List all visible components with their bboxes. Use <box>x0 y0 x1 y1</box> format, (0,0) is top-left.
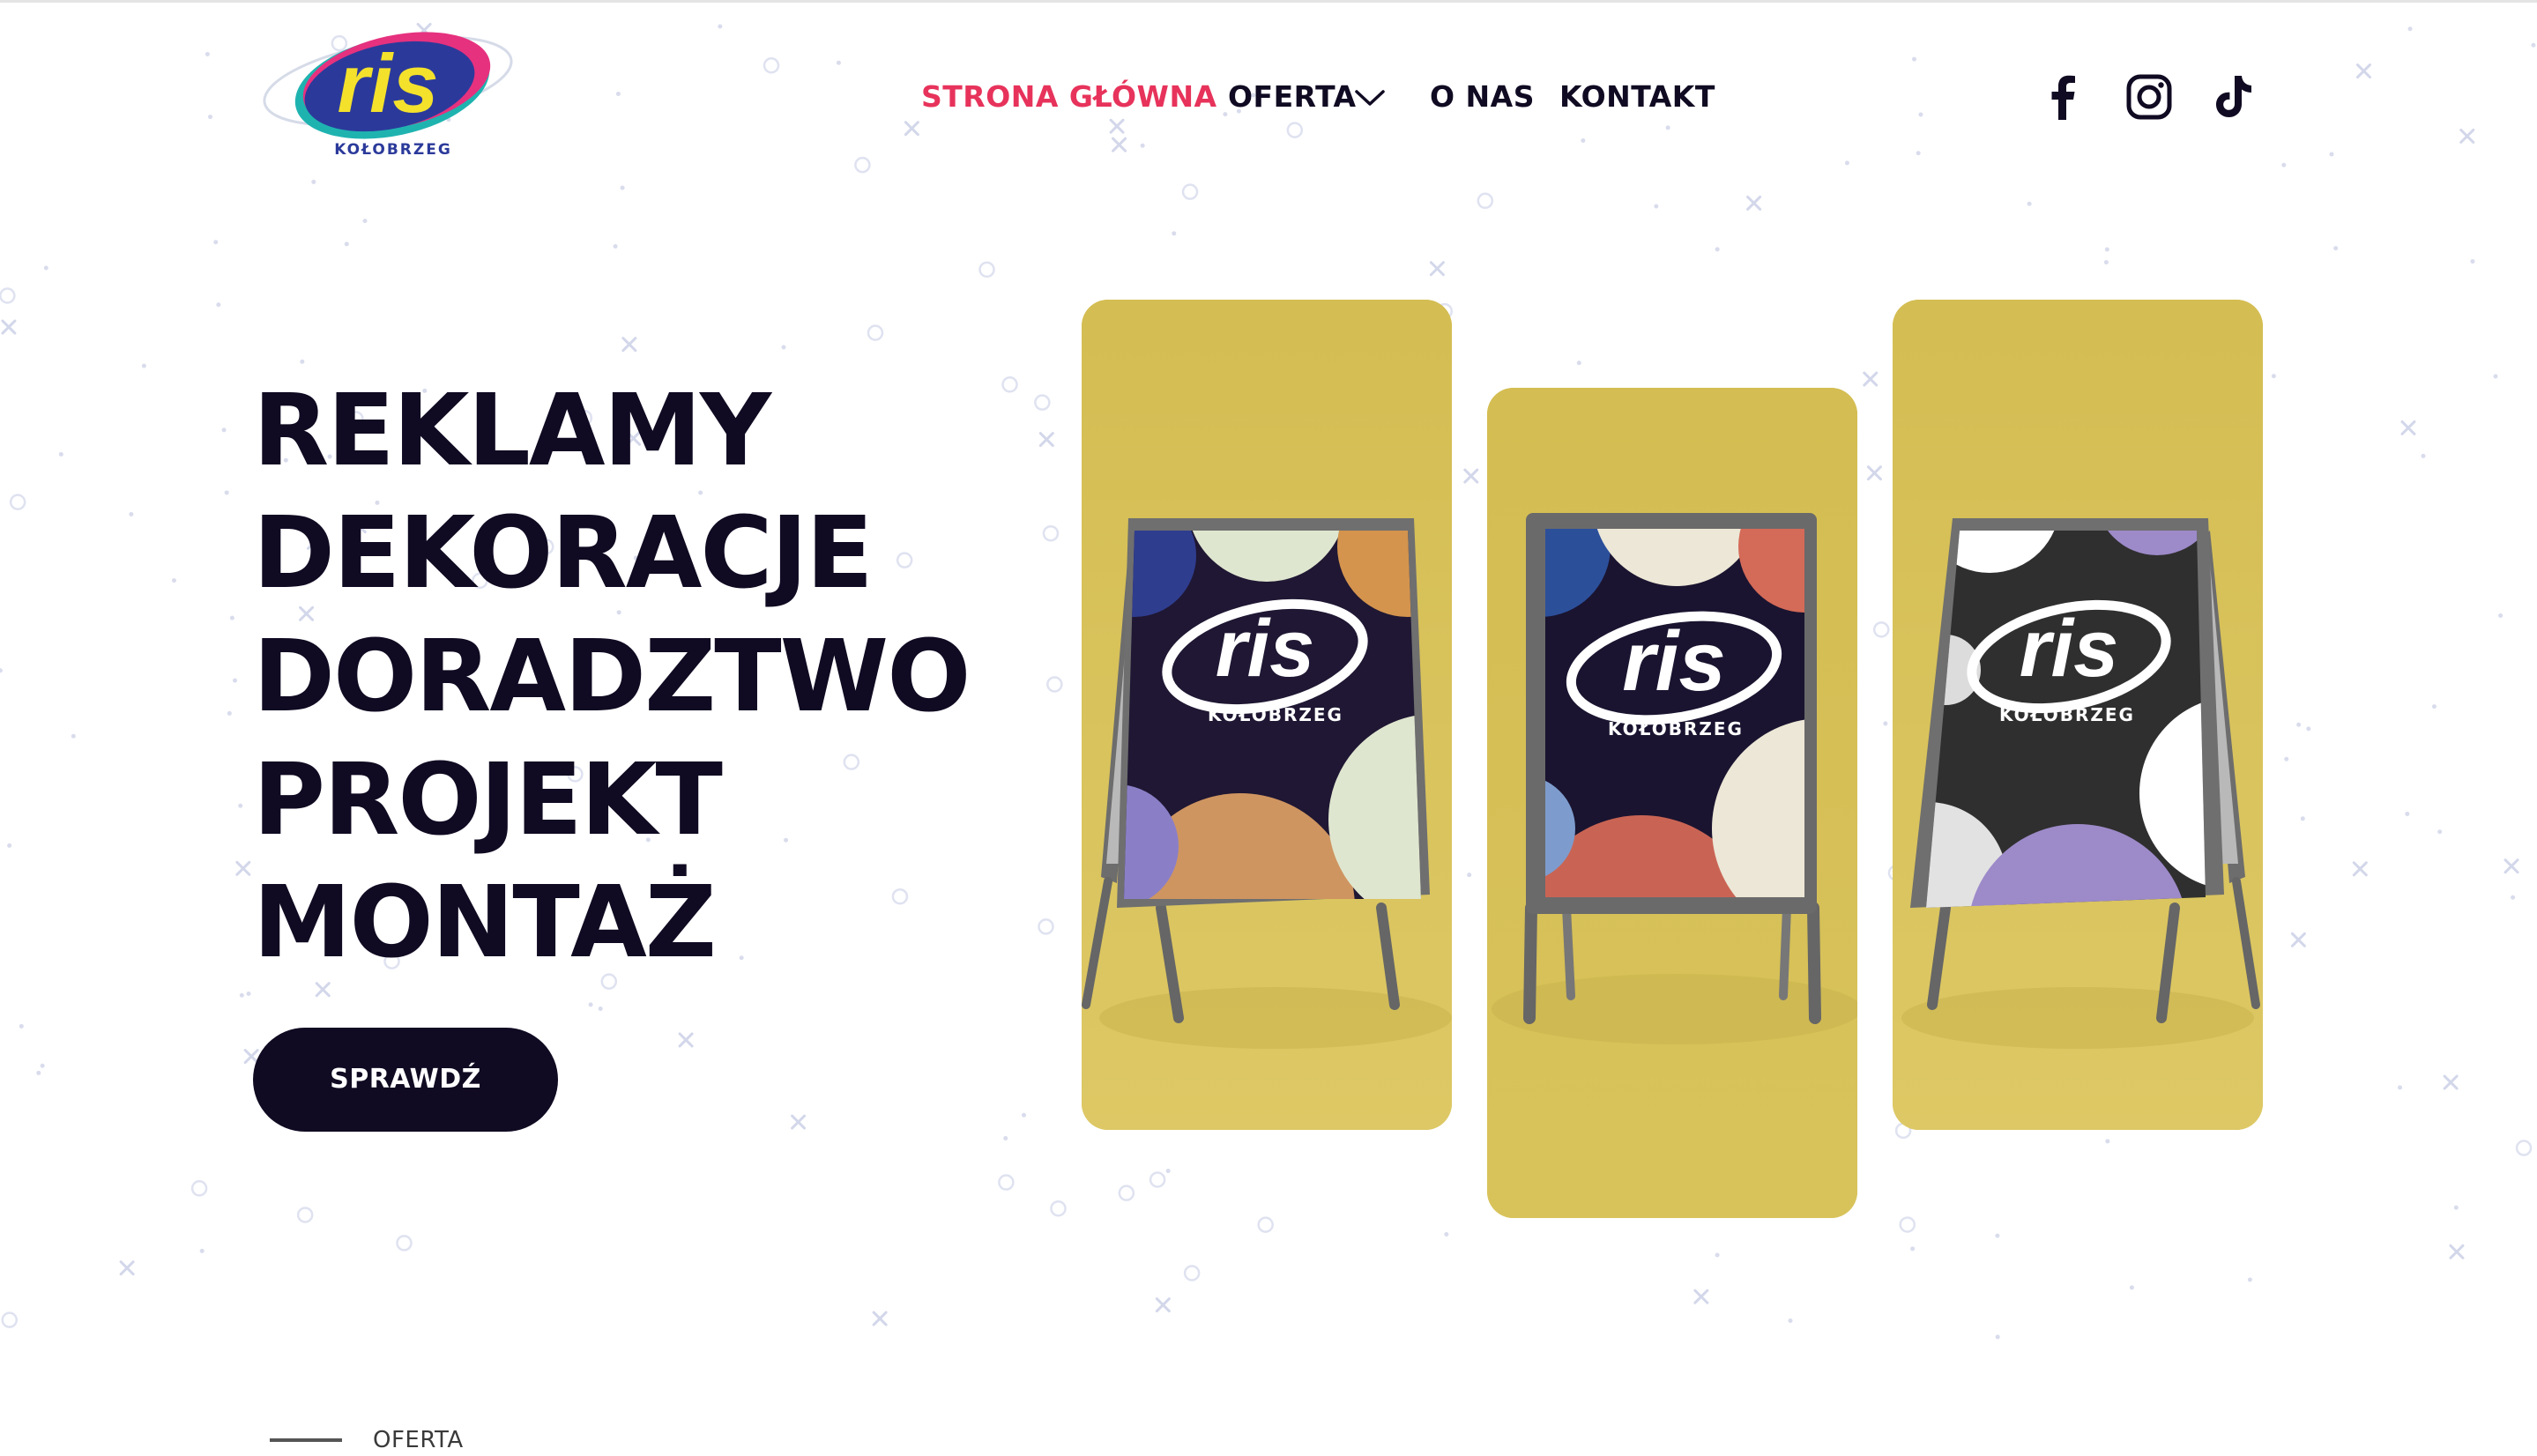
svg-text:ris: ris <box>1622 614 1725 709</box>
section-divider <box>270 1438 342 1442</box>
hero-line-3: DORADZTWO <box>253 620 971 734</box>
instagram-icon[interactable] <box>2123 71 2176 123</box>
svg-text:KOŁOBRZEG: KOŁOBRZEG <box>1999 704 2135 725</box>
a-frame-sign-image: ris KOŁOBRZEG <box>1487 388 1857 1218</box>
tiktok-icon[interactable] <box>2206 71 2258 123</box>
hero-line-5: MONTAŻ <box>253 865 717 980</box>
a-frame-sign-image: ris KOŁOBRZEG <box>1893 300 2263 1130</box>
svg-text:ris: ris <box>1216 604 1315 694</box>
gallery-card-3[interactable]: ris KOŁOBRZEG <box>1893 300 2263 1130</box>
nav-item-about[interactable]: O NAS <box>1430 79 1535 115</box>
section-label-offer: OFERTA <box>373 1427 464 1453</box>
nav-item-home[interactable]: STRONA GŁÓWNA <box>921 79 1217 115</box>
hero-line-1: REKLAMY <box>253 374 771 488</box>
gallery-card-1[interactable]: ris KOŁOBRZEG <box>1082 300 1452 1130</box>
a-frame-sign-image: ris KOŁOBRZEG <box>1082 300 1452 1130</box>
svg-text:ris: ris <box>2020 604 2119 694</box>
hero-line-2: DEKORACJE <box>253 496 874 611</box>
logo-city: KOŁOBRZEG <box>334 141 452 159</box>
hero-line-4: PROJEKT <box>253 743 723 858</box>
nav-item-contact[interactable]: KONTAKT <box>1559 79 1715 115</box>
facebook-icon[interactable] <box>2037 71 2090 123</box>
check-button[interactable]: SPRAWDŹ <box>253 1028 558 1132</box>
chevron-down-icon[interactable] <box>1353 83 1387 111</box>
gallery-card-2[interactable]: ris KOŁOBRZEG <box>1487 388 1857 1218</box>
svg-text:KOŁOBRZEG: KOŁOBRZEG <box>1608 718 1744 739</box>
svg-text:KOŁOBRZEG: KOŁOBRZEG <box>1208 704 1343 725</box>
nav-item-offer[interactable]: OFERTA <box>1228 79 1357 115</box>
